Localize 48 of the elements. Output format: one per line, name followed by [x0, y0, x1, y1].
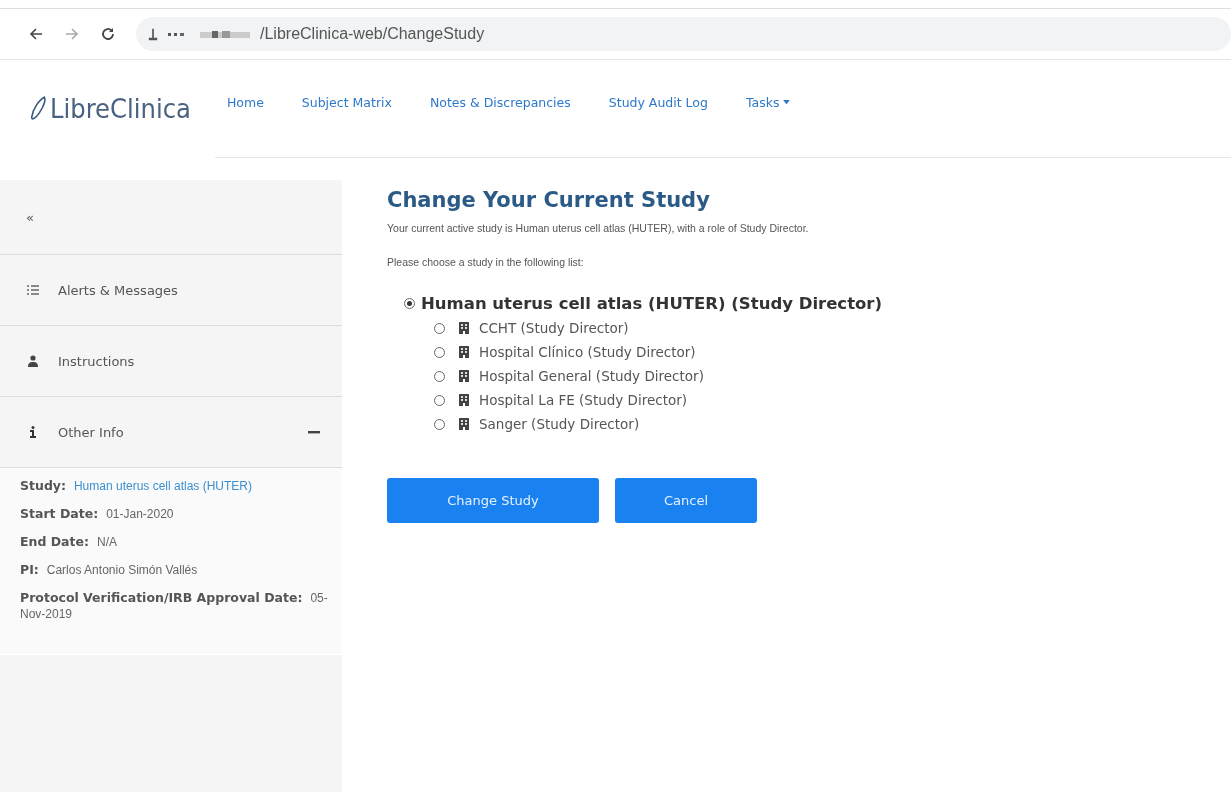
sidebar-item[interactable]: Instructions [0, 326, 342, 397]
site-option-label: Hospital General (Study Director) [479, 368, 704, 384]
radio-button[interactable] [434, 394, 445, 406]
back-icon[interactable] [28, 26, 44, 42]
site-option-label: CCHT (Study Director) [479, 320, 629, 336]
building-icon [459, 370, 469, 382]
reload-icon[interactable] [100, 26, 116, 42]
building-icon [459, 322, 469, 334]
nav-link[interactable]: Study Audit Log [608, 94, 708, 110]
url-text: /LibreClinica-web/ChangeStudy [260, 25, 485, 43]
radio-button[interactable] [434, 418, 445, 430]
site-info-icon[interactable] [148, 26, 158, 42]
radio-button[interactable] [434, 322, 445, 334]
libreclinica-logo[interactable]: LibreClinica [30, 92, 191, 124]
nav-link[interactable]: Notes & Discrepancies [429, 94, 571, 110]
page-title: Change Your Current Study [387, 188, 711, 212]
nav-link[interactable]: Home [226, 94, 264, 110]
list-icon [26, 285, 40, 295]
sidebar-item[interactable]: Alerts & Messages [0, 255, 342, 326]
study-info-line: PI: Carlos Antonio Simón Vallés [20, 562, 199, 578]
sidebar-label: Other Info [58, 424, 125, 440]
caret-icon [783, 99, 791, 105]
site-option-label: Hospital La FE (Study Director) [479, 392, 688, 408]
building-icon [459, 418, 469, 430]
radio-button[interactable] [434, 370, 445, 382]
study-option-label: Human uterus cell atlas (HUTER) (Study Director) [421, 293, 883, 313]
building-icon [459, 394, 469, 406]
sidebar-label: Instructions [58, 353, 136, 369]
radio-button[interactable] [404, 297, 415, 309]
site-option-label: Sanger (Study Director) [479, 416, 640, 432]
current-study-text: Your current active study is Human uterus cell atlas (HUTER), with a role of Study Director. [387, 222, 810, 234]
radio-button[interactable] [434, 346, 445, 358]
study-info-line: Start Date: 01-Jan-2020 [20, 506, 175, 522]
action-button[interactable]: Cancel [615, 478, 757, 523]
action-button[interactable]: Change Study [387, 478, 599, 523]
nav-link[interactable]: Tasks [745, 94, 791, 110]
collapse-icon[interactable] [308, 430, 320, 434]
site-option-label: Hospital Clínico (Study Director) [479, 344, 696, 360]
study-info-line: Protocol Verification/IRB Approval Date: 05-Nov-2019 [20, 590, 329, 622]
building-icon [459, 346, 469, 358]
study-info-line: Study: Human uterus cell atlas (HUTER) [20, 478, 253, 494]
sidebar-label: Alerts & Messages [58, 282, 179, 298]
study-info-line: End Date: N/A [20, 534, 118, 550]
collapse-sidebar-button[interactable]: « [0, 180, 342, 255]
nav-link[interactable]: Subject Matrix [301, 94, 392, 110]
user-icon [26, 355, 40, 367]
instruction-text: Please choose a study in the following list: [387, 256, 585, 268]
address-bar[interactable]: /LibreClinica-web/ChangeStudy [136, 17, 1231, 51]
